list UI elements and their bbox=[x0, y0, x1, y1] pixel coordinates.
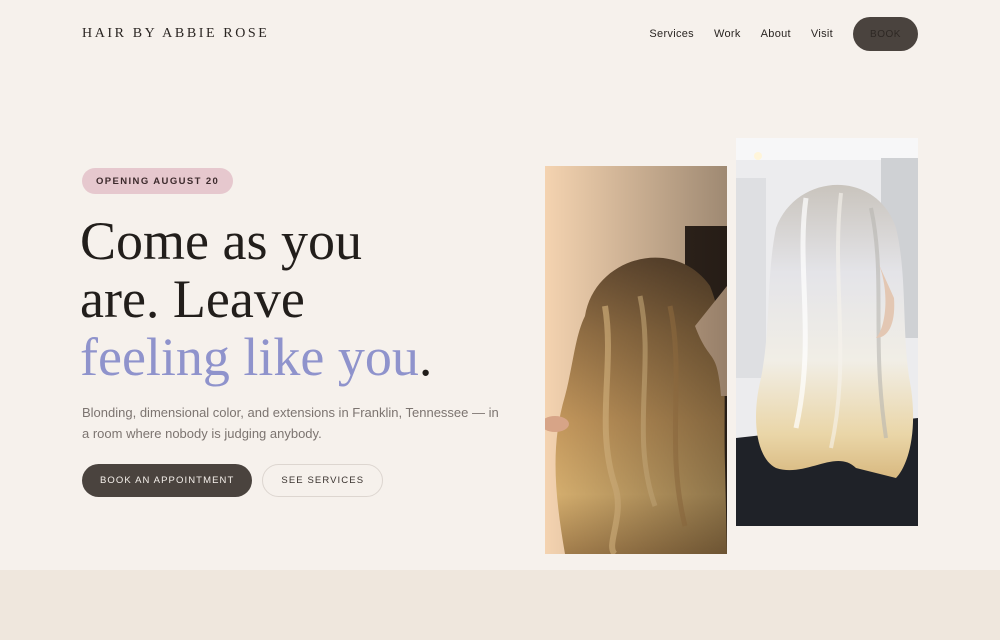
main-nav: Services Work About Visit BOOK bbox=[649, 17, 918, 51]
opening-badge: OPENING AUGUST 20 bbox=[82, 168, 234, 194]
headline-line-2: are. Leave bbox=[80, 269, 305, 329]
hero-photo-balayage bbox=[545, 166, 727, 554]
platinum-hair-illustration bbox=[736, 138, 918, 526]
nav-visit[interactable]: Visit bbox=[811, 28, 833, 40]
section-band bbox=[0, 570, 1000, 640]
headline-accent: feeling like you bbox=[80, 327, 419, 387]
brand-logo[interactable]: HAIR BY ABBIE ROSE bbox=[82, 26, 269, 42]
hero-headline: Come as you are. Leave feeling like you. bbox=[80, 212, 520, 386]
nav-about[interactable]: About bbox=[761, 28, 791, 40]
nav-work[interactable]: Work bbox=[714, 28, 741, 40]
nav-services[interactable]: Services bbox=[649, 28, 694, 40]
headline-period: . bbox=[418, 327, 433, 387]
hero-cta-row: BOOK AN APPOINTMENT SEE SERVICES bbox=[82, 464, 384, 497]
book-appointment-button[interactable]: BOOK AN APPOINTMENT bbox=[82, 464, 253, 497]
hero-photo-platinum bbox=[736, 138, 918, 526]
headline-line-1: Come as you bbox=[80, 211, 362, 271]
see-services-button[interactable]: SEE SERVICES bbox=[262, 464, 384, 497]
book-button[interactable]: BOOK bbox=[853, 17, 918, 51]
site-header: HAIR BY ABBIE ROSE Services Work About V… bbox=[0, 0, 1000, 68]
balayage-hair-illustration bbox=[545, 166, 727, 554]
hero-subtext: Blonding, dimensional color, and extensi… bbox=[82, 405, 499, 441]
